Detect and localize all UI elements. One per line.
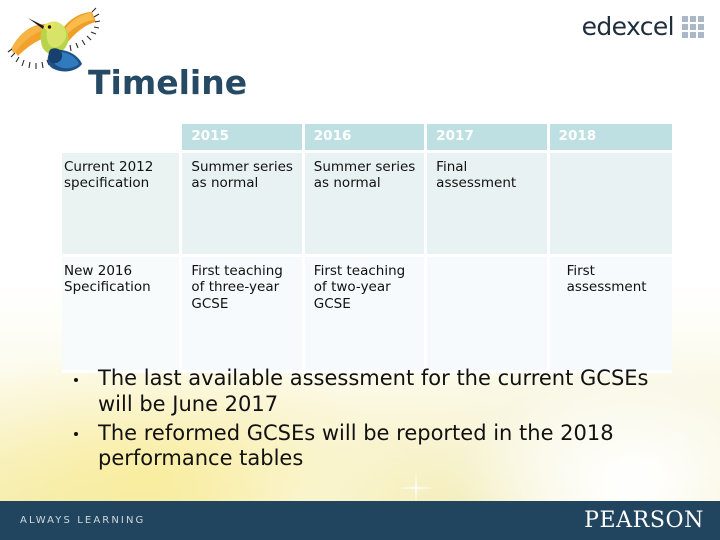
- cell-current-2018: [549, 153, 672, 257]
- cell-new-2018-text: First assessment: [566, 263, 647, 296]
- page-title: Timeline: [88, 63, 248, 102]
- column-header-2015: 2015: [182, 124, 305, 153]
- column-header-2017: 2017: [427, 124, 550, 153]
- column-header-2016: 2016: [304, 124, 428, 153]
- always-learning-tagline: ALWAYS LEARNING: [20, 515, 146, 526]
- table-header-row: 2015 2016 2017 2018: [62, 124, 672, 153]
- bullet-text: The reformed GCSEs will be reported in t…: [98, 420, 614, 471]
- bullet-dot-icon: [74, 432, 78, 437]
- list-item: The reformed GCSEs will be reported in t…: [62, 421, 672, 473]
- timeline-table: 2015 2016 2017 2018 Current 2012 specifi…: [62, 124, 672, 373]
- cell-current-2017: Final assessment: [427, 153, 550, 257]
- pearson-wordmark: PEARSON: [584, 508, 704, 533]
- table-row: New 2016 Specification First teaching of…: [62, 257, 672, 373]
- bullet-list: The last available assessment for the cu…: [62, 366, 672, 475]
- cell-new-2016: First teaching of two-year GCSE: [304, 257, 428, 373]
- cell-new-2017: [427, 257, 550, 373]
- column-header-2018: 2018: [549, 124, 672, 153]
- edexcel-wordmark: edexcel: [581, 12, 675, 41]
- table-corner-cell: [62, 124, 183, 153]
- row-label-current-spec: Current 2012 specification: [62, 153, 183, 257]
- table-row: Current 2012 specification Summer series…: [62, 153, 672, 257]
- list-item: The last available assessment for the cu…: [62, 366, 672, 418]
- cell-current-2015: Summer series as normal: [182, 153, 305, 257]
- footer-bar: ALWAYS LEARNING PEARSON: [0, 501, 720, 540]
- cell-current-2016: Summer series as normal: [304, 153, 428, 257]
- row-label-new-spec: New 2016 Specification: [62, 257, 183, 373]
- edexcel-logo: edexcel: [582, 14, 704, 39]
- slide: edexcel Timeline 2015 2016 2017 2018 Cur…: [0, 0, 720, 540]
- cell-new-2018: First assessment: [549, 257, 672, 373]
- edexcel-grid-icon: [682, 15, 704, 38]
- bullet-dot-icon: [74, 377, 78, 382]
- bullet-text: The last available assessment for the cu…: [98, 366, 649, 416]
- cell-new-2015: First teaching of three-year GCSE: [182, 257, 305, 373]
